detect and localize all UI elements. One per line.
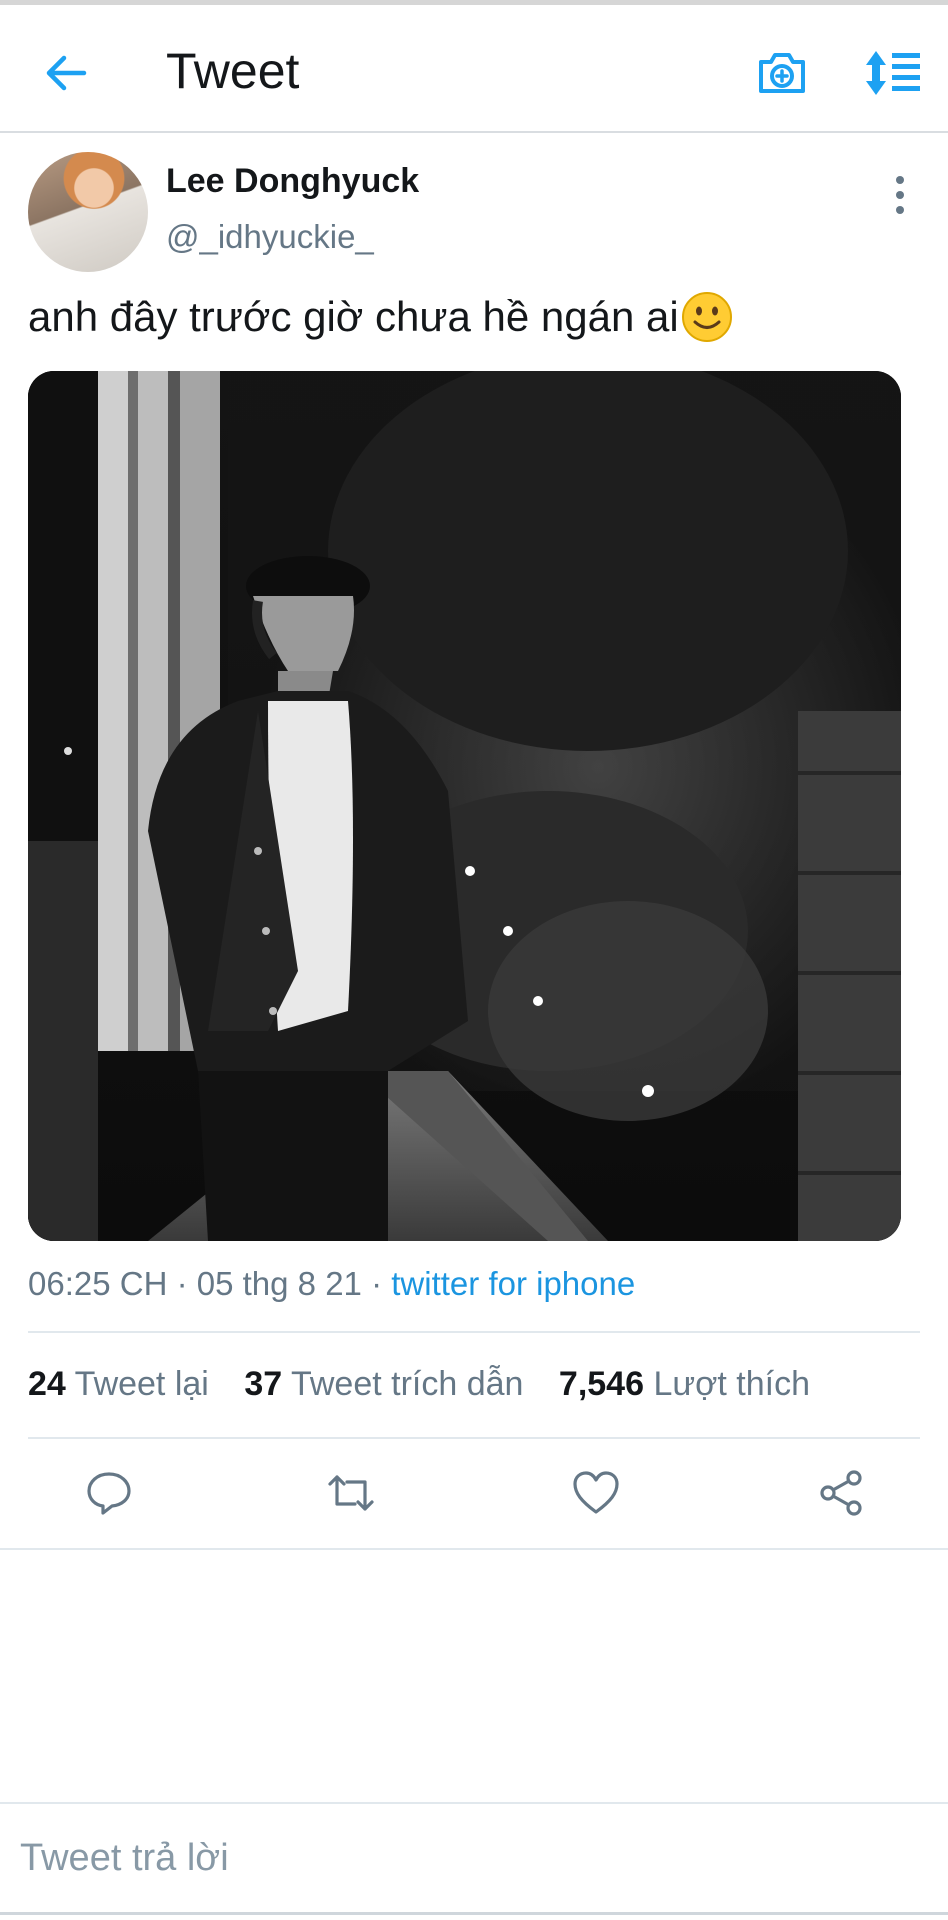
tweet-date: 05 thg 8 21 xyxy=(196,1265,362,1302)
app-header: Tweet xyxy=(0,5,948,133)
tweet-text-body: anh đây trước giờ chưa hề ngán ai xyxy=(28,293,679,340)
likes-stat[interactable]: 7,546 Lượt thích xyxy=(559,1365,810,1403)
share-icon[interactable] xyxy=(816,1468,866,1518)
sort-icon[interactable] xyxy=(862,45,922,101)
page-title: Tweet xyxy=(166,43,300,99)
author-name[interactable]: Lee Donghyuck xyxy=(166,160,419,202)
camera-add-icon[interactable] xyxy=(754,45,810,101)
quotes-label: Tweet trích dẫn xyxy=(290,1365,524,1403)
tweet-source-link[interactable]: twitter for iphone xyxy=(391,1265,635,1302)
author-handle[interactable]: @_idhyuckie_ xyxy=(166,216,374,258)
tweet-text: anh đây trước giờ chưa hề ngán ai xyxy=(28,288,733,346)
tweet-meta: 06:25 CH · 05 thg 8 21 · twitter for iph… xyxy=(28,1262,635,1306)
like-icon[interactable] xyxy=(571,1468,621,1518)
arrow-left-icon[interactable] xyxy=(38,45,94,101)
divider xyxy=(0,1548,948,1550)
divider xyxy=(28,1437,920,1439)
divider xyxy=(0,1802,948,1804)
quotes-count: 37 xyxy=(244,1365,283,1403)
likes-label: Lượt thích xyxy=(653,1365,811,1403)
tweet-stats: 24 Tweet lại 37 Tweet trích dẫn 7,546 Lư… xyxy=(28,1362,810,1406)
retweets-count: 24 xyxy=(28,1365,66,1403)
more-options-icon[interactable] xyxy=(880,170,920,220)
reply-icon[interactable] xyxy=(84,1468,134,1518)
retweets-stat[interactable]: 24 Tweet lại xyxy=(28,1365,209,1403)
meta-separator: · xyxy=(176,1265,197,1302)
avatar[interactable] xyxy=(28,152,148,272)
slightly-smiling-face-icon xyxy=(681,292,732,342)
reply-input[interactable] xyxy=(20,1826,920,1890)
tweet-photo[interactable] xyxy=(28,371,901,1241)
meta-separator: · xyxy=(371,1265,392,1302)
retweet-icon[interactable] xyxy=(326,1468,376,1518)
quotes-stat[interactable]: 37 Tweet trích dẫn xyxy=(244,1365,523,1403)
likes-count: 7,546 xyxy=(558,1365,644,1403)
divider xyxy=(28,1331,920,1333)
retweets-label: Tweet lại xyxy=(74,1365,209,1403)
divider xyxy=(0,1912,948,1915)
tweet-time: 06:25 CH xyxy=(28,1265,168,1302)
